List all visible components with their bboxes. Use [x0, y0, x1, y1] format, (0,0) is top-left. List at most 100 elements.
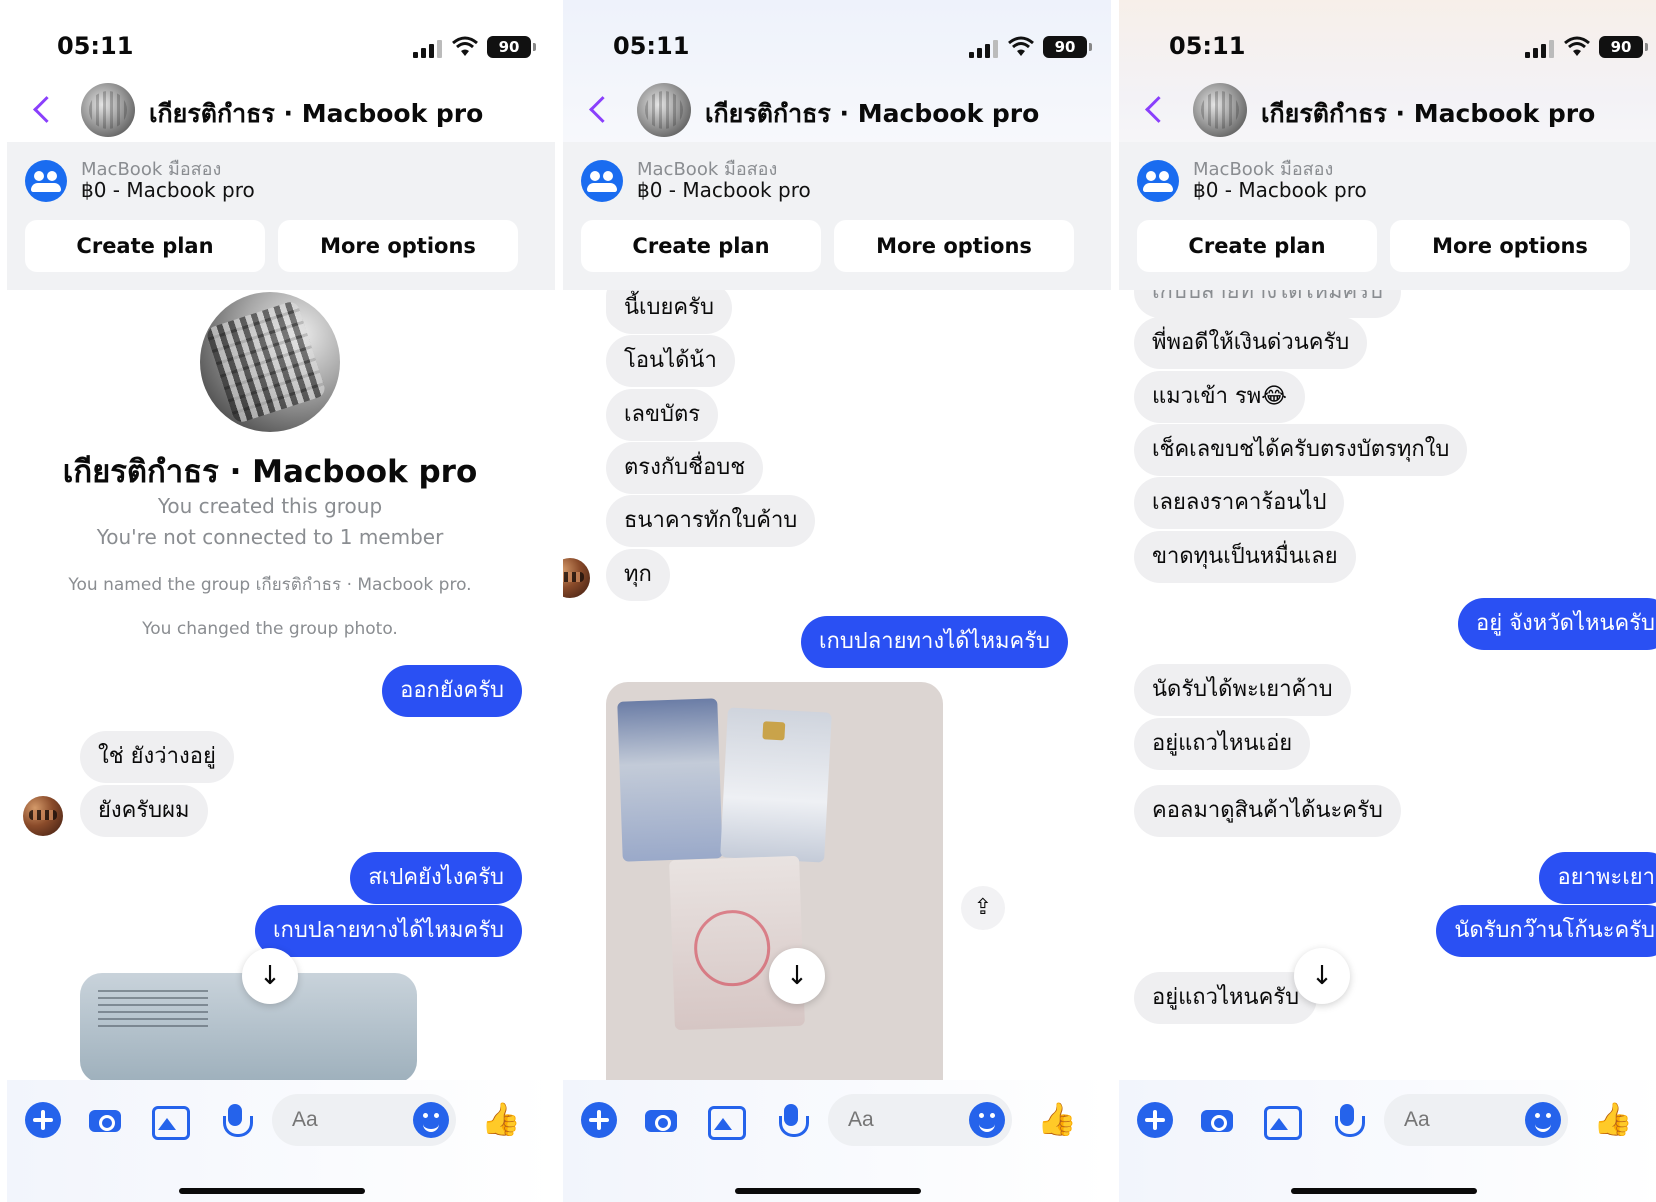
- message-bubble-outgoing[interactable]: เกบปลายทางได้ไหมครับ: [800, 616, 1068, 668]
- screen-2: 05:11 90 เกียรติกำธร · Macbook pro MacBo…: [563, 0, 1111, 1202]
- screen-3: 05:11 90 เกียรติกำธร · Macbook pro MacBo…: [1119, 0, 1656, 1202]
- status-bar: 05:11 90: [563, 30, 1111, 70]
- emoji-icon[interactable]: [413, 1102, 449, 1138]
- screen-1: 05:11 90 เกียรติกำธร · Macbook pro MacBo…: [7, 0, 555, 1202]
- wifi-icon: [1564, 36, 1590, 56]
- chat-title[interactable]: เกียรติกำธร · Macbook pro: [1261, 94, 1595, 134]
- listing-title[interactable]: ฿0 - Macbook pro: [637, 178, 811, 202]
- group-avatar[interactable]: [1193, 83, 1247, 137]
- wifi-icon: [1008, 36, 1034, 56]
- image-icon[interactable]: [706, 1102, 746, 1140]
- message-bubble-incoming[interactable]: เช็คเลขบชได้ครับตรงบัตรทุกใบ: [1134, 424, 1468, 476]
- camera-icon[interactable]: [643, 1102, 679, 1138]
- message-list[interactable]: นี้เบยครับ โอนได้น้า เลขบัตร ตรงกับชื่อบ…: [563, 290, 1111, 1080]
- group-icon: [581, 160, 623, 202]
- chat-header: เกียรติกำธร · Macbook pro: [1119, 80, 1656, 142]
- message-bubble-incoming[interactable]: คอลมาดูสินค้าได้นะครับ: [1134, 785, 1401, 837]
- microphone-icon[interactable]: [217, 1102, 253, 1138]
- system-note: You created this group: [157, 494, 383, 518]
- thumbs-up-icon[interactable]: 👍: [1037, 1100, 1077, 1138]
- arrow-down-icon[interactable]: ↓: [769, 948, 825, 1004]
- listing-title[interactable]: ฿0 - Macbook pro: [81, 178, 255, 202]
- status-time: 05:11: [57, 32, 134, 60]
- message-bubble-incoming[interactable]: นี้เบยครับ: [606, 290, 732, 334]
- message-bubble-incoming[interactable]: เกบปลายทางได้ไหมครับ: [1134, 290, 1402, 318]
- arrow-down-icon[interactable]: ↓: [1294, 948, 1350, 1004]
- chat-header: เกียรติกำธร · Macbook pro: [7, 80, 555, 142]
- chevron-left-icon[interactable]: [587, 92, 611, 128]
- create-plan-button[interactable]: Create plan: [581, 220, 821, 272]
- message-bubble-outgoing[interactable]: นัดรับกว๊านโก้นะครับ: [1436, 905, 1656, 957]
- composer-bar: 👍: [563, 1080, 1111, 1202]
- id-card-image: [720, 707, 832, 863]
- more-options-button[interactable]: More options: [278, 220, 518, 272]
- emoji-icon[interactable]: [969, 1102, 1005, 1138]
- sender-avatar[interactable]: [563, 558, 590, 598]
- message-bubble-incoming[interactable]: เลขบัตร: [606, 389, 719, 441]
- chevron-left-icon[interactable]: [31, 92, 55, 128]
- message-bubble-incoming[interactable]: นัดรับได้พะเยาค้าบ: [1134, 664, 1351, 716]
- message-list[interactable]: เกบปลายทางได้ไหมครับ พี่พอดีให้เงินด่วนค…: [1119, 290, 1656, 1080]
- image-icon[interactable]: [150, 1102, 190, 1140]
- home-indicator: [179, 1188, 365, 1194]
- message-bubble-incoming[interactable]: เลยลงราคาร้อนไป: [1134, 477, 1345, 529]
- thumbs-up-icon[interactable]: 👍: [481, 1100, 521, 1138]
- message-bubble-outgoing[interactable]: ออกยังครับ: [382, 665, 522, 717]
- profile-photo: [200, 292, 340, 432]
- plus-icon[interactable]: [581, 1102, 617, 1138]
- battery-icon: 90: [487, 36, 536, 58]
- composer-bar: 👍: [1119, 1080, 1656, 1202]
- share-icon[interactable]: ⇪: [961, 886, 1005, 930]
- chat-title[interactable]: เกียรติกำธร · Macbook pro: [705, 94, 1039, 134]
- chevron-left-icon[interactable]: [1143, 92, 1167, 128]
- group-icon: [1137, 160, 1179, 202]
- message-bubble-incoming[interactable]: ตรงกับชื่อบช: [606, 442, 764, 494]
- home-indicator: [735, 1188, 921, 1194]
- camera-icon[interactable]: [1199, 1102, 1235, 1138]
- message-bubble-outgoing[interactable]: อยู่ จังหวัดไหนครับ: [1458, 598, 1656, 650]
- emoji-icon[interactable]: [1525, 1102, 1561, 1138]
- message-bubble-incoming[interactable]: ขาดทุนเป็นหมื่นเลย: [1134, 531, 1356, 583]
- sender-avatar[interactable]: [23, 796, 63, 836]
- message-bubble-outgoing[interactable]: สเปคยังไงครับ: [350, 852, 522, 904]
- plus-icon[interactable]: [1137, 1102, 1173, 1138]
- signal-icon: [1525, 38, 1555, 58]
- image-icon[interactable]: [1262, 1102, 1302, 1140]
- more-options-button[interactable]: More options: [1390, 220, 1630, 272]
- listing-title[interactable]: ฿0 - Macbook pro: [1193, 178, 1367, 202]
- group-avatar[interactable]: [81, 83, 135, 137]
- id-card-image: [617, 698, 723, 862]
- battery-icon: 90: [1599, 36, 1648, 58]
- battery-icon: 90: [1043, 36, 1092, 58]
- message-bubble-incoming[interactable]: โอนได้น้า: [606, 335, 735, 387]
- message-bubble-incoming[interactable]: ยังครับผม: [80, 785, 208, 837]
- message-bubble-incoming[interactable]: ใช่ ยังว่างอยู่: [80, 731, 234, 783]
- message-bubble-incoming[interactable]: พี่พอดีให้เงินด่วนครับ: [1134, 317, 1368, 369]
- message-bubble-incoming[interactable]: ธนาคารทักใบค้าบ: [606, 495, 816, 547]
- message-bubble-incoming[interactable]: อยู่แถวไหนเอ่ย: [1134, 718, 1311, 770]
- chat-title[interactable]: เกียรติกำธร · Macbook pro: [149, 94, 483, 134]
- message-bubble-incoming[interactable]: อยู่แถวไหนครับ: [1134, 972, 1318, 1024]
- group-avatar[interactable]: [637, 83, 691, 137]
- thumbs-up-icon[interactable]: 👍: [1593, 1100, 1633, 1138]
- arrow-down-icon[interactable]: ↓: [242, 948, 298, 1004]
- photo-attachment[interactable]: [606, 682, 943, 1080]
- listing-banner: MacBook มือสอง ฿0 - Macbook pro Create p…: [563, 142, 1111, 290]
- camera-icon[interactable]: [87, 1102, 123, 1138]
- status-bar: 05:11 90: [1119, 30, 1656, 70]
- plus-icon[interactable]: [25, 1102, 61, 1138]
- message-bubble-outgoing[interactable]: อยาพะเยา: [1539, 852, 1656, 904]
- system-note: You're not connected to 1 member: [96, 525, 444, 549]
- create-plan-button[interactable]: Create plan: [25, 220, 265, 272]
- create-plan-button[interactable]: Create plan: [1137, 220, 1377, 272]
- microphone-icon[interactable]: [1329, 1102, 1365, 1138]
- more-options-button[interactable]: More options: [834, 220, 1074, 272]
- microphone-icon[interactable]: [773, 1102, 809, 1138]
- message-bubble-incoming[interactable]: แมวเข้า รพ😂: [1134, 371, 1305, 423]
- signal-icon: [969, 38, 999, 58]
- message-bubble-incoming[interactable]: ทุก: [606, 549, 670, 601]
- composer-bar: 👍: [7, 1080, 555, 1202]
- listing-banner: MacBook มือสอง ฿0 - Macbook pro Create p…: [7, 142, 555, 290]
- message-bubble-outgoing[interactable]: เกบปลายทางได้ไหมครับ: [254, 905, 522, 957]
- message-list[interactable]: เกียรติกำธร · Macbook pro You created th…: [7, 290, 555, 1080]
